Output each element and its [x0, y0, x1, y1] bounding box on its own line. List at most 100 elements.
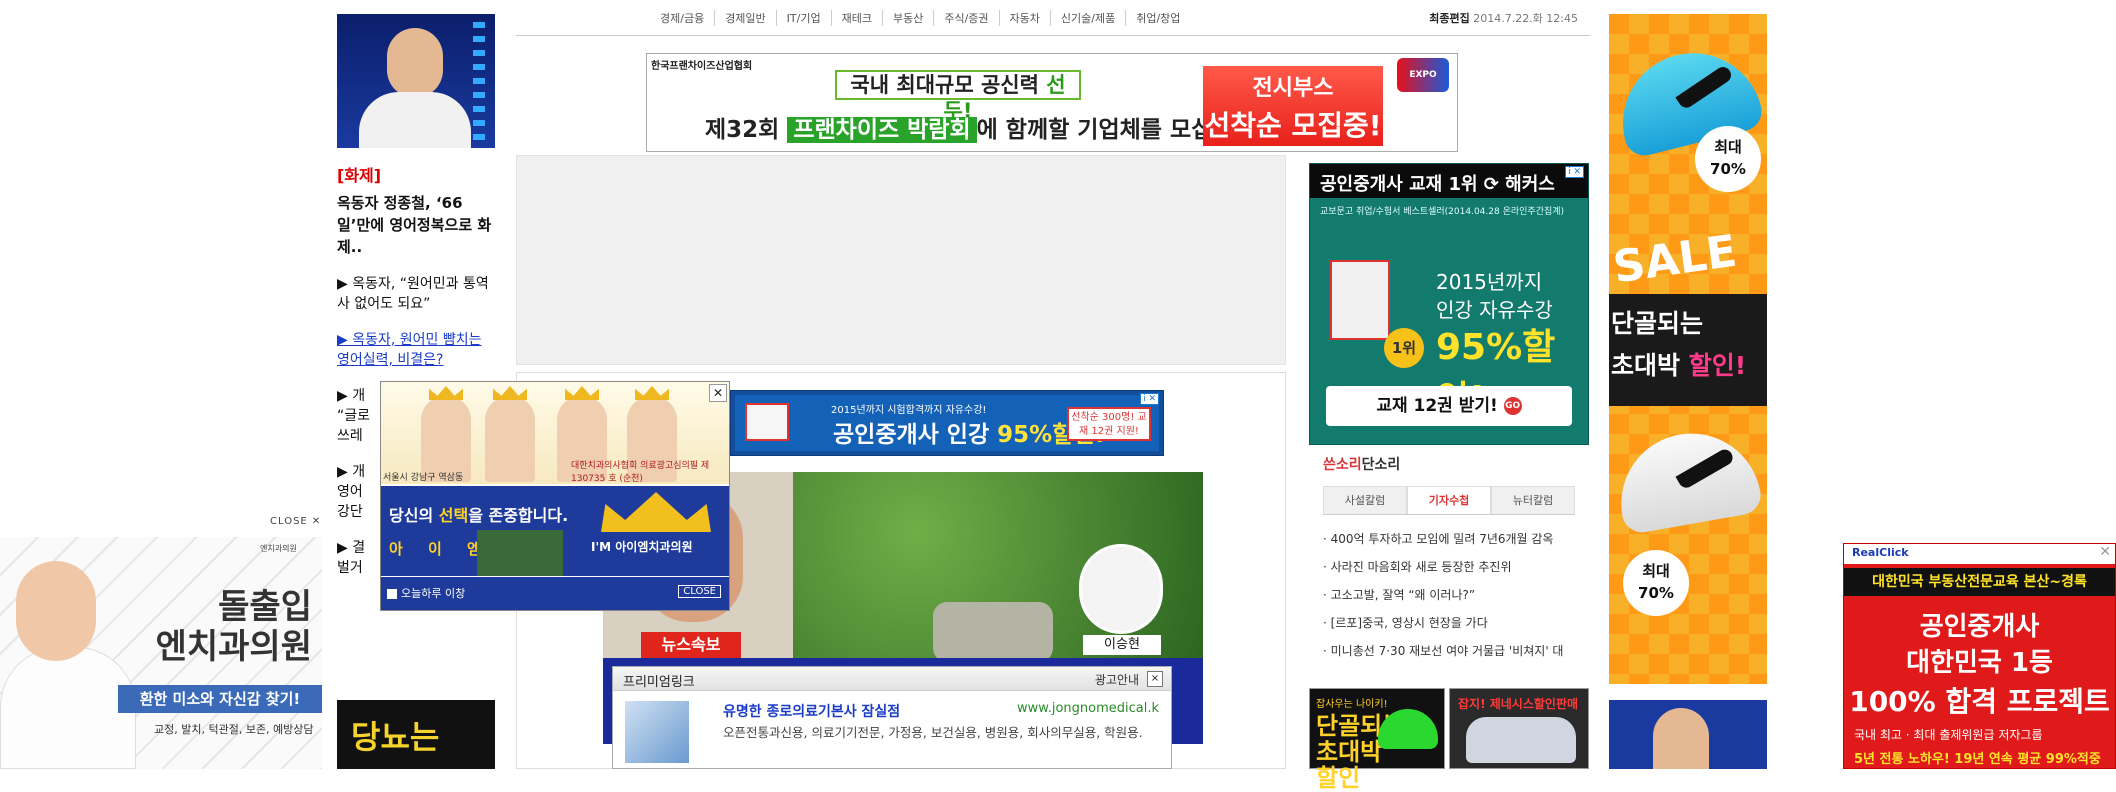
diabetes-ad[interactable]: 당뇨는	[337, 700, 495, 769]
ad-approval-note: 대한치과의사협회 의료광고심의필 제 130735 호 (순천)	[571, 461, 710, 484]
swoosh-icon	[1675, 446, 1736, 491]
link-text: 영어	[337, 484, 363, 500]
dental-floating-ad[interactable]: 엔치과의원 돌출입 엔치과의원 환한 미소와 자신감 찾기! 교정, 발치, 턱관…	[0, 537, 322, 769]
slogan-highlight: 선택	[438, 506, 469, 525]
reporter-portrait	[1079, 544, 1163, 634]
hide-today-checkbox[interactable]: 오늘하루 이창	[387, 585, 465, 601]
swoosh-icon	[1675, 63, 1735, 111]
tab-reporter-note[interactable]: 기자수첩	[1407, 486, 1491, 514]
related-link[interactable]: ▶ 옥동자, “원어민과 통역사 없어도 되요”	[337, 274, 495, 314]
list-item[interactable]: · 미니총선 7·30 재보선 여야 거물급 '비쳐지' 대	[1323, 637, 1575, 665]
list-item[interactable]: · 사라진 마음회와 새로 등장한 추진위	[1323, 553, 1575, 581]
booth-recruit-box: 전시부스 선착순 모집중!	[1203, 66, 1383, 146]
crown-icon	[493, 386, 527, 400]
adchoices-icon[interactable]: i ✕	[1565, 166, 1584, 178]
banner-line-2: 제32회 프랜차이즈 박람회 에 함께할 기업체를 모십니다.	[705, 110, 1263, 144]
nike-small-ad[interactable]: 잡사우는 나이키! 단골되는 초대박 할인	[1309, 688, 1445, 791]
hackers-realtor-ad[interactable]: 공인중개사 교재 1위 ⟳ 해커스 i ✕ 교보문고 취업/수험서 베스트셀러(…	[1309, 163, 1589, 445]
rank-badge: 1위	[1384, 328, 1424, 368]
popup-close-button[interactable]: CLOSE	[678, 585, 721, 598]
nav-item-economy-general[interactable]: 경제일반	[715, 10, 777, 26]
booth-label: 전시부스	[1252, 76, 1334, 101]
premium-link-url[interactable]: www.jongnomedical.k	[1017, 701, 1159, 716]
profile-photo[interactable]	[337, 14, 495, 148]
list-item[interactable]: · 400억 투자하고 모임에 밀려 7년6개월 감옥	[1323, 525, 1575, 553]
ad-offer-text: 2015년까지 인강 자유수강	[1436, 270, 1553, 322]
clinic-address: 서울시 강남구 역삼동	[383, 473, 464, 483]
ad-title: 잡지! 제네시스할인판매	[1458, 697, 1579, 711]
button-label: 교재 12권 받기!	[1376, 396, 1498, 416]
ad-title-line: 대한민국 1등	[1906, 648, 2053, 678]
banner-subtext: 2015년까지 시험합격까지 자유수강!	[831, 405, 987, 416]
premium-link-header: 프리미엄링크 광고안내 ×	[613, 667, 1171, 691]
crown-icon	[601, 492, 711, 532]
rock-shape	[933, 602, 1053, 662]
get-textbooks-button[interactable]: 교재 12권 받기! GO	[1326, 386, 1572, 426]
nav-item-economy-finance[interactable]: 경제/금융	[650, 10, 716, 26]
ad-headline: 공인중개사 교재 1위 ⟳ 해커스	[1310, 164, 1588, 198]
nav-item-it-company[interactable]: IT/기업	[777, 10, 832, 26]
list-item[interactable]: · [르포]중국, 영상시 현장을 가다	[1323, 609, 1575, 637]
popup-slogan: 당신의 선택을 존중합니다.	[389, 502, 568, 526]
ad-guide-link[interactable]: 광고안내	[1095, 671, 1139, 688]
premium-link-thumbnail[interactable]	[625, 701, 689, 763]
checkbox-label: 오늘하루 이창	[401, 587, 466, 600]
banner-highlight: 프랜차이즈 박람회	[787, 117, 977, 143]
sale-band-line: 단골되는	[1611, 309, 1704, 338]
banner-main-text: 공인중개사 인강 95%할인!	[833, 415, 1105, 449]
car-image	[1466, 717, 1576, 763]
nav-item-cars[interactable]: 자동차	[1000, 10, 1051, 26]
booth-cta: 선착순 모집중!	[1204, 109, 1382, 142]
nav-item-stocks[interactable]: 주식/증권	[934, 10, 1000, 26]
edit-label: 최종편집	[1429, 12, 1470, 25]
dental-popup-ad[interactable]: 서울시 강남구 역삼동 대한치과의사협회 의료광고심의필 제 130735 호 …	[380, 381, 730, 611]
tab-newter-column[interactable]: 뉴터칼럼	[1491, 486, 1575, 514]
band-text: 초대박	[1611, 351, 1681, 380]
franchise-expo-banner[interactable]: 한국프랜차이즈산업협회 국내 최대규모 공신력 선두! 제32회 프랜차이즈 박…	[646, 53, 1458, 152]
link-text: ▶ 개	[337, 464, 366, 480]
slogan-text: 을 존중합니다.	[468, 506, 569, 525]
floating-ad-close-button[interactable]: CLOSE ✕	[270, 516, 321, 527]
models-image: 서울시 강남구 역삼동 대한치과의사협회 의료광고심의필 제 130735 호 …	[381, 382, 729, 484]
realtor-course-banner[interactable]: 2015년까지 시험합격까지 자유수강! 공인중개사 인강 95%할인! 선착순…	[730, 390, 1164, 456]
close-icon[interactable]: ✕	[2099, 544, 2111, 560]
genesis-small-ad[interactable]: 잡지! 제네시스할인판매	[1449, 688, 1589, 769]
list-item[interactable]: · 고소고발, 잘역 “왜 이러나?”	[1323, 581, 1575, 609]
sale-text: SALE	[1610, 225, 1740, 294]
ad-small-text: 잡사우는 나이키!	[1316, 699, 1388, 710]
sale-band: 단골되는 초대박 할인!	[1609, 294, 1767, 406]
realclick-realtor-ad[interactable]: RealClick ✕ 대한민국 부동산전문교육 본산~경록 공인중개사 대한민국…	[1843, 543, 2116, 769]
slogan-text: 당신의	[389, 506, 439, 525]
ad-title: 돌출입 엔치과의원	[156, 587, 312, 667]
close-icon[interactable]: ×	[1147, 671, 1163, 687]
feature-headline[interactable]: 옥동자 정종철, ‘66일’만에 영어정복으로 화제..	[337, 192, 495, 258]
crown-icon	[429, 386, 463, 400]
tab-editorial[interactable]: 사설칼럼	[1323, 486, 1407, 514]
popup-footer: 오늘하루 이창 CLOSE	[381, 576, 729, 610]
expo-logo: EXPO	[1397, 58, 1449, 92]
nav-item-new-tech[interactable]: 신기술/제품	[1051, 10, 1127, 26]
nav-item-real-estate[interactable]: 부동산	[883, 10, 935, 26]
banner-text: 제32회	[705, 117, 788, 143]
shoe-sale-skyscraper-ad[interactable]: 최대 70% SALE 단골되는 초대박 할인! 최대 70%	[1609, 14, 1767, 684]
ad-subtitle: 환한 미소와 자신감 찾기!	[118, 685, 322, 713]
close-icon[interactable]: ✕	[709, 384, 727, 402]
related-link[interactable]: ▶ 옥동자, 원어민 뺨치는 영어실력, 비결은?	[337, 330, 495, 370]
blank-ad-slot	[516, 155, 1286, 365]
crown-icon	[635, 386, 669, 400]
opinion-tabs: 사설칼럼 기자수첩 뉴터칼럼	[1323, 486, 1575, 515]
ad-source-note: 교보문고 취업/수험서 베스트셀러(2014.04.28 온라인주간집계)	[1320, 207, 1565, 217]
book-image	[745, 403, 789, 441]
premium-link-item-title[interactable]: 유명한 종로의료기본사 잠실점	[723, 701, 900, 721]
doctor-coat	[0, 647, 136, 769]
bottom-profile-photo[interactable]	[1609, 700, 1767, 769]
banner-body: 2015년까지 시험합격까지 자유수강! 공인중개사 인강 95%할인! 선착순…	[735, 395, 1159, 451]
adchoices-icon[interactable]: i ✕	[1140, 393, 1159, 405]
premium-link-title: 프리미엄링크	[623, 675, 695, 690]
ad-title-line: 엔치과의원	[155, 627, 312, 667]
link-text: “글로	[337, 408, 371, 424]
person-face	[387, 28, 443, 98]
nav-item-jobs[interactable]: 취업/창업	[1126, 10, 1190, 26]
nav-item-finance-tech[interactable]: 재테크	[832, 10, 883, 26]
ad-detail-highlight: 5년 전통 노하우! 19년 연속 평균 99%적중	[1854, 752, 2101, 767]
